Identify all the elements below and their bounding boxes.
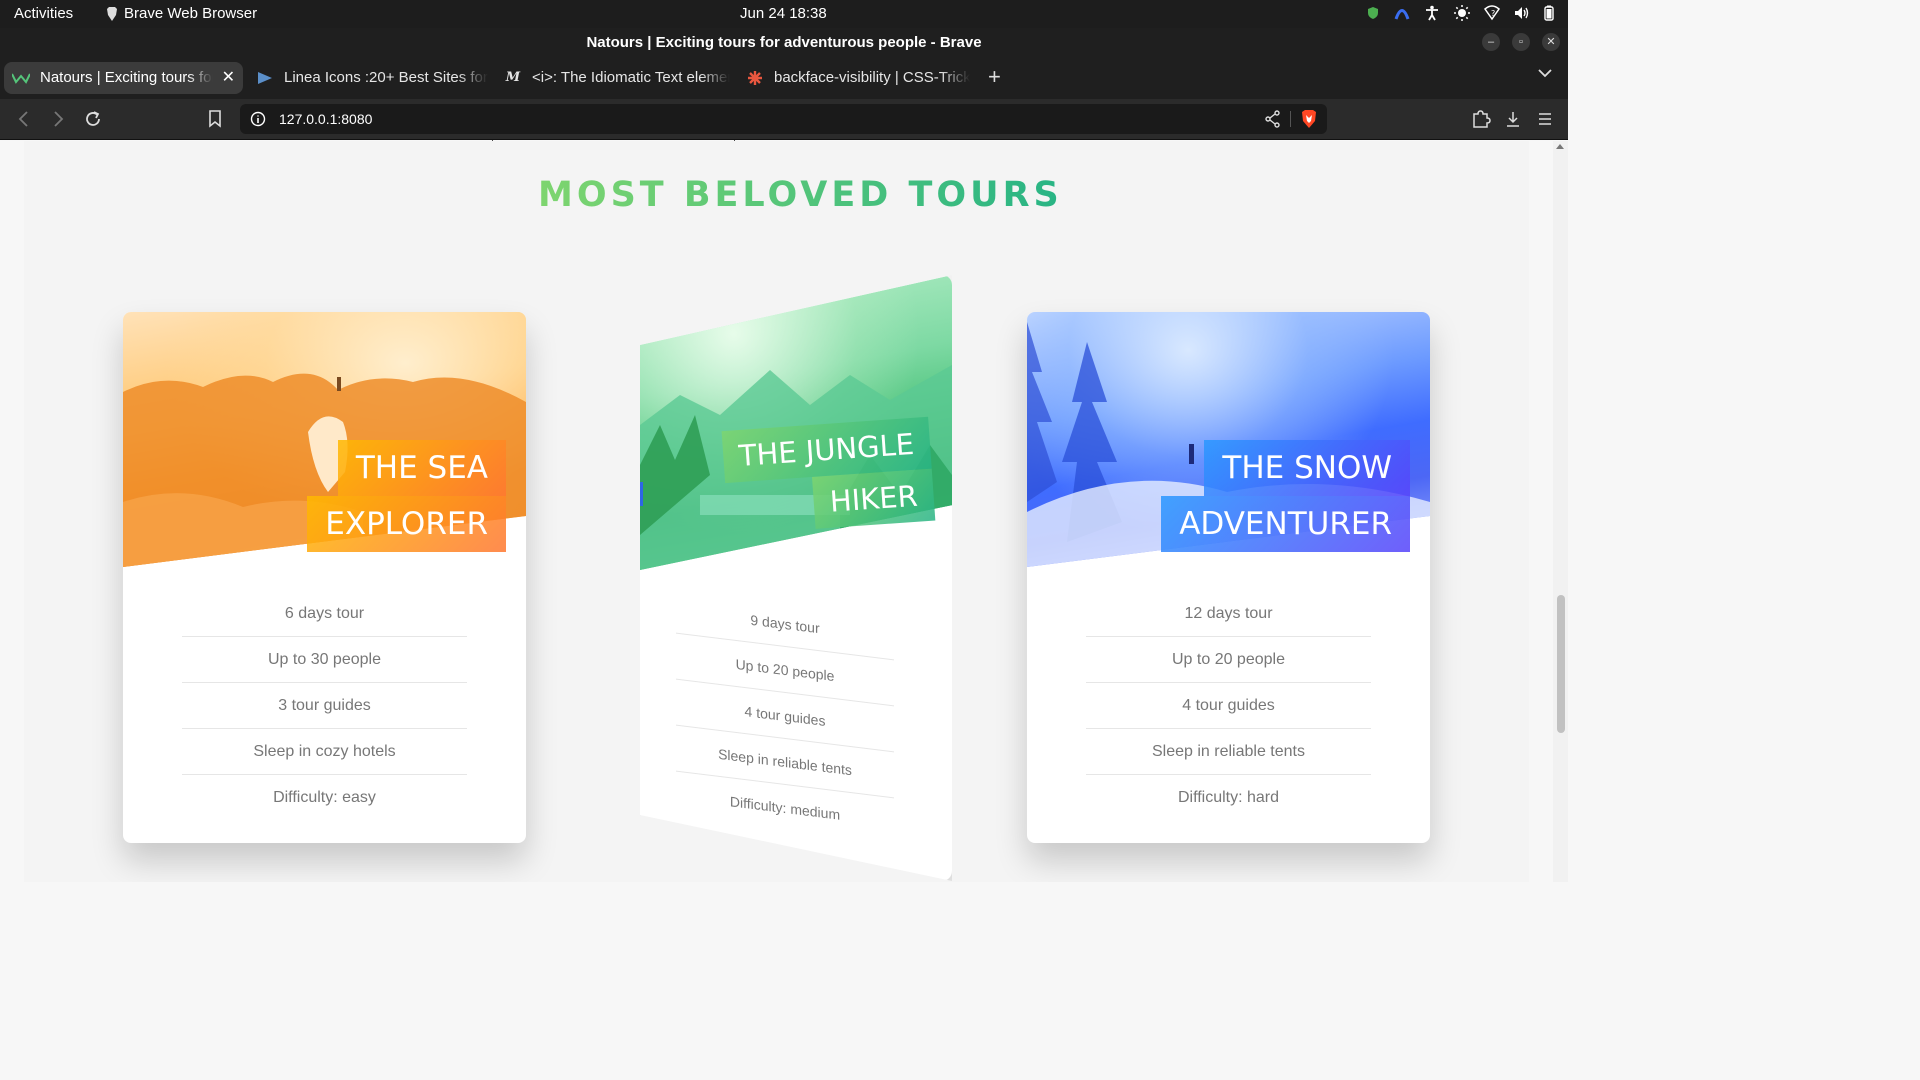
scroll-up-arrow-icon[interactable]	[1556, 144, 1564, 149]
tour-detail-item: Difficulty: easy	[273, 789, 376, 806]
tour-detail-item: 3 tour guides	[182, 683, 467, 729]
tour-detail-item: 4 tour guides	[1086, 683, 1371, 729]
system-tray[interactable]: ?	[1366, 5, 1554, 21]
brave-shields-icon[interactable]	[1299, 109, 1319, 129]
tour-card-title-line: HIKER	[812, 468, 936, 529]
tour-card-details: 12 days tour Up to 20 people 4 tour guid…	[1086, 591, 1371, 821]
address-bar[interactable]: 127.0.0.1:8080	[240, 104, 1327, 134]
activities-button[interactable]: Activities	[14, 5, 73, 22]
tour-detail-item: Up to 20 people	[1086, 637, 1371, 683]
mdn-favicon-icon: M	[505, 70, 521, 85]
accessibility-icon[interactable]	[1424, 5, 1440, 21]
new-tab-button[interactable]: +	[988, 64, 1001, 90]
page-scrollbar[interactable]	[1553, 141, 1568, 882]
tour-detail-item: Sleep in reliable tents	[1086, 729, 1371, 775]
tab-natours[interactable]: Natours | Exciting tours for adventurous…	[4, 62, 243, 94]
tour-card-title-line: THE SNOW	[1204, 440, 1410, 496]
tab-mdn-idiomatic[interactable]: M <i>: The Idiomatic Text element	[496, 62, 730, 94]
tour-detail-item: 12 days tour	[1086, 591, 1371, 637]
tour-card-jungle-hiker-wrapper: THE JUNGLE HIKER 9 days tour Up to 20 pe…	[640, 275, 952, 881]
tour-card-title-line: ADVENTURER	[1161, 496, 1410, 552]
tab-label: Linea Icons :20+ Best Sites for Free Ico…	[284, 69, 488, 86]
close-tab-icon[interactable]: ✕	[222, 62, 235, 94]
reload-icon[interactable]	[84, 109, 102, 129]
tour-detail-item: 6 days tour	[182, 591, 467, 637]
downloads-icon[interactable]	[1505, 109, 1521, 129]
window-title: Natours | Exciting tours for adventurous…	[586, 34, 982, 51]
tour-card-title: THE JUNGLE HIKER	[689, 416, 936, 537]
share-icon[interactable]	[1265, 110, 1281, 128]
tour-detail-item: Up to 30 people	[182, 637, 467, 683]
volume-icon[interactable]	[1514, 5, 1530, 21]
browser-toolbar: 127.0.0.1:8080	[0, 99, 1568, 140]
tab-list-chevron-down-icon[interactable]	[1538, 68, 1552, 78]
back-arrow-icon[interactable]	[16, 109, 32, 129]
tab-label: Natours | Exciting tours for adventurous…	[40, 69, 213, 86]
wifi-question-icon[interactable]: ?	[1484, 5, 1500, 21]
brightness-icon[interactable]	[1454, 5, 1470, 21]
url-text[interactable]: 127.0.0.1:8080	[279, 104, 372, 134]
site-info-icon[interactable]	[250, 111, 266, 127]
section-heading: MOST BELOVED TOURS	[538, 175, 1063, 215]
tour-card-details: 6 days tour Up to 30 people 3 tour guide…	[182, 591, 467, 821]
brave-lion-icon	[107, 6, 117, 21]
tour-card-jungle-hiker[interactable]: THE JUNGLE HIKER 9 days tour Up to 20 pe…	[640, 275, 952, 881]
card-edge-highlight	[640, 482, 643, 506]
svg-text:?: ?	[1491, 9, 1495, 18]
tour-detail-item: Sleep in cozy hotels	[182, 729, 467, 775]
address-bar-divider	[1290, 111, 1291, 127]
tour-card-details: 9 days tour Up to 20 people 4 tour guide…	[676, 587, 894, 845]
tour-card-title-line: THE SEA	[337, 440, 506, 496]
bookmark-icon[interactable]	[208, 109, 222, 129]
clock[interactable]: Jun 24 18:38	[740, 5, 827, 22]
tour-card-title: THE SEA EXPLORER	[206, 440, 506, 552]
tab-label: <i>: The Idiomatic Text element	[532, 69, 730, 86]
tab-strip: Natours | Exciting tours for adventurous…	[0, 57, 1568, 145]
forward-arrow-icon[interactable]	[50, 109, 66, 129]
minimize-button[interactable]: –	[1482, 33, 1500, 51]
tour-card-sea-explorer[interactable]: THE SEA EXPLORER 6 days tour Up to 30 pe…	[123, 312, 526, 843]
scrollbar-thumb[interactable]	[1557, 595, 1565, 733]
hamburger-menu-icon[interactable]	[1537, 109, 1553, 129]
tour-card-title: THE SNOW ADVENTURER	[1110, 440, 1410, 552]
tab-label: backface-visibility | CSS-Tricks	[774, 69, 970, 86]
arc-app-icon[interactable]	[1394, 6, 1410, 20]
shield-status-icon[interactable]	[1366, 6, 1380, 20]
tab-css-tricks[interactable]: backface-visibility | CSS-Tricks	[738, 62, 970, 94]
tour-card-title-line: EXPLORER	[307, 496, 506, 552]
page-viewport[interactable]: MOST BELOVED TOURS THE SEA EXPLORER 6 da…	[0, 141, 1568, 882]
natours-favicon-icon	[12, 69, 30, 87]
tab-linea-icons[interactable]: Linea Icons :20+ Best Sites for Free Ico…	[248, 62, 488, 94]
battery-icon[interactable]	[1544, 5, 1554, 21]
extensions-puzzle-icon[interactable]	[1471, 109, 1491, 129]
window-title-bar: Natours | Exciting tours for adventurous…	[0, 28, 1568, 57]
app-name-label: Brave Web Browser	[124, 5, 258, 22]
section-heading-text: MOST BELOVED TOURS	[538, 175, 1063, 215]
close-window-button[interactable]: ✕	[1542, 33, 1560, 51]
tour-detail-item: Difficulty: hard	[1177, 789, 1280, 806]
system-top-bar: Activities Brave Web Browser Jun 24 18:3…	[0, 0, 1568, 28]
linea-favicon-icon	[256, 69, 274, 87]
maximize-button[interactable]: ▫	[1512, 33, 1530, 51]
app-menu[interactable]: Brave Web Browser	[106, 5, 257, 22]
tour-card-snow-adventurer[interactable]: THE SNOW ADVENTURER 12 days tour Up to 2…	[1027, 312, 1430, 843]
css-tricks-star-icon	[746, 69, 764, 87]
